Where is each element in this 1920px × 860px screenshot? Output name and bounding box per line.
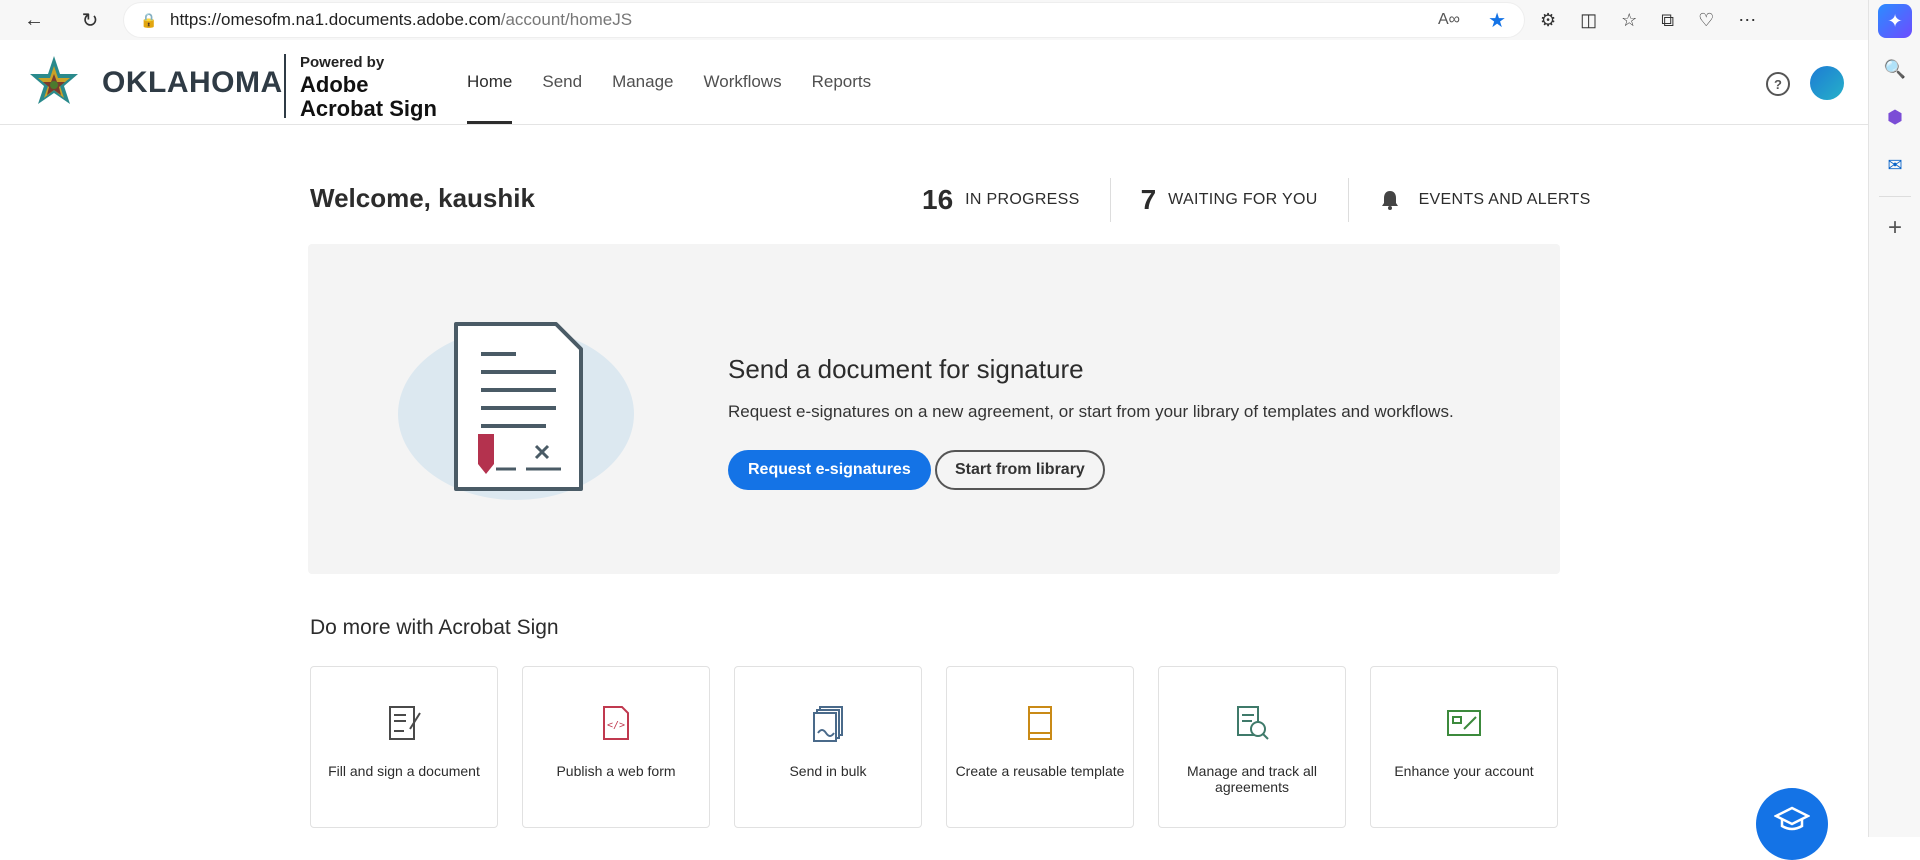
url-path: /account/homeJS [500,10,633,29]
welcome-heading: Welcome, kaushik [310,183,535,213]
read-aloud-icon[interactable]: A∞ [1438,11,1460,29]
nav-send[interactable]: Send [542,40,582,124]
waiting-stat[interactable]: 7 WAITING FOR YOU [1111,178,1349,222]
fill-sign-icon [389,706,421,740]
document-illustration-icon [398,322,634,500]
manage-track-icon [1237,706,1269,740]
browser-essentials-icon[interactable]: ♡ [1698,10,1714,31]
lock-icon: 🔒 [140,11,158,28]
sidebar-divider [1879,196,1911,197]
address-bar[interactable]: 🔒 https://omesofm.na1.documents.adobe.co… [124,3,1524,37]
hero-description: Request e-signatures on a new agreement,… [728,402,1454,421]
in-progress-count: 16 [922,184,954,215]
more-menu-icon[interactable]: ⋯ [1738,10,1756,31]
help-icon[interactable]: ? [1766,72,1790,96]
collections-icon[interactable]: ⧉ [1661,10,1674,31]
extensions-icon[interactable]: ⚙ [1540,10,1556,31]
oklahoma-wordmark: OKLAHOMA [102,66,283,99]
send-document-card: Send a document for signature Request e-… [308,244,1560,574]
graduation-cap-icon [1774,806,1810,831]
tile-manage-track[interactable]: Manage and track all agreements [1158,666,1346,828]
send-bulk-icon [813,706,843,742]
favorite-star-icon[interactable]: ★ [1488,8,1506,33]
tile-web-form-label: Publish a web form [556,763,676,779]
learning-help-button[interactable] [1756,788,1828,860]
in-progress-stat[interactable]: 16 IN PROGRESS [922,178,1111,222]
main-nav: Home Send Manage Workflows Reports [467,40,871,124]
product-name-line2: Acrobat Sign [300,96,437,121]
outlook-icon[interactable]: ✉ [1878,148,1912,182]
tile-send-bulk-label: Send in bulk [789,763,867,779]
back-icon[interactable]: ← [16,2,52,38]
url-host: https://omesofm.na1.documents.adobe.com [170,10,501,29]
do-more-heading: Do more with Acrobat Sign [310,616,559,639]
browser-toolbar: ← ↻ 🔒 https://omesofm.na1.documents.adob… [0,0,1868,40]
office-icon[interactable]: ⬢ [1878,100,1912,134]
app-header: OKLAHOMA Powered by Adobe Acrobat Sign H… [0,40,1868,125]
tile-template[interactable]: Create a reusable template [946,666,1134,828]
edge-sidebar: ✦ 🔍 ⬢ ✉ + [1868,0,1920,837]
do-more-tiles: Fill and sign a document </> Publish a w… [310,666,1558,828]
product-name: Adobe Acrobat Sign [300,73,437,121]
add-icon[interactable]: + [1878,211,1912,245]
waiting-count: 7 [1140,184,1157,215]
copilot-icon[interactable]: ✦ [1878,4,1912,38]
tile-web-form[interactable]: </> Publish a web form [522,666,710,828]
split-screen-icon[interactable]: ◫ [1580,10,1597,31]
status-summary: 16 IN PROGRESS 7 WAITING FOR YOU EVENTS … [922,170,1621,230]
hero-title: Send a document for signature [728,354,1084,384]
tile-enhance-account[interactable]: Enhance your account [1370,666,1558,828]
refresh-icon[interactable]: ↻ [72,2,108,38]
tile-template-label: Create a reusable template [955,763,1125,779]
tile-manage-track-label: Manage and track all agreements [1187,763,1317,795]
logo-divider [284,54,286,118]
bell-icon [1381,191,1398,210]
start-from-library-button[interactable]: Start from library [935,450,1105,490]
nav-reports[interactable]: Reports [812,40,872,124]
search-icon[interactable]: 🔍 [1878,52,1912,86]
events-alerts-label: EVENTS AND ALERTS [1418,191,1591,208]
in-progress-label: IN PROGRESS [965,191,1080,208]
product-name-line1: Adobe [300,72,369,97]
web-form-icon: </> [603,706,629,740]
nav-manage[interactable]: Manage [612,40,673,124]
waiting-label: WAITING FOR YOU [1168,191,1318,208]
nav-home[interactable]: Home [467,40,513,124]
powered-by-label: Powered by [300,54,385,71]
enhance-account-icon [1447,710,1481,736]
tile-enhance-account-label: Enhance your account [1394,763,1534,779]
tile-fill-sign-label: Fill and sign a document [328,763,480,779]
url-text: https://omesofm.na1.documents.adobe.com/… [170,10,632,30]
acrobat-sign-app: OKLAHOMA Powered by Adobe Acrobat Sign H… [0,40,1868,837]
tile-fill-sign[interactable]: Fill and sign a document [310,666,498,828]
oklahoma-star-logo-icon [30,56,78,104]
request-esignatures-button[interactable]: Request e-signatures [728,450,931,490]
template-icon [1028,706,1052,740]
favorites-icon[interactable]: ☆ [1621,10,1637,31]
nav-workflows[interactable]: Workflows [704,40,782,124]
tile-send-bulk[interactable]: Send in bulk [734,666,922,828]
svg-text:</>: </> [607,720,625,731]
avatar[interactable] [1810,66,1844,100]
events-alerts-stat[interactable]: EVENTS AND ALERTS [1349,178,1621,222]
